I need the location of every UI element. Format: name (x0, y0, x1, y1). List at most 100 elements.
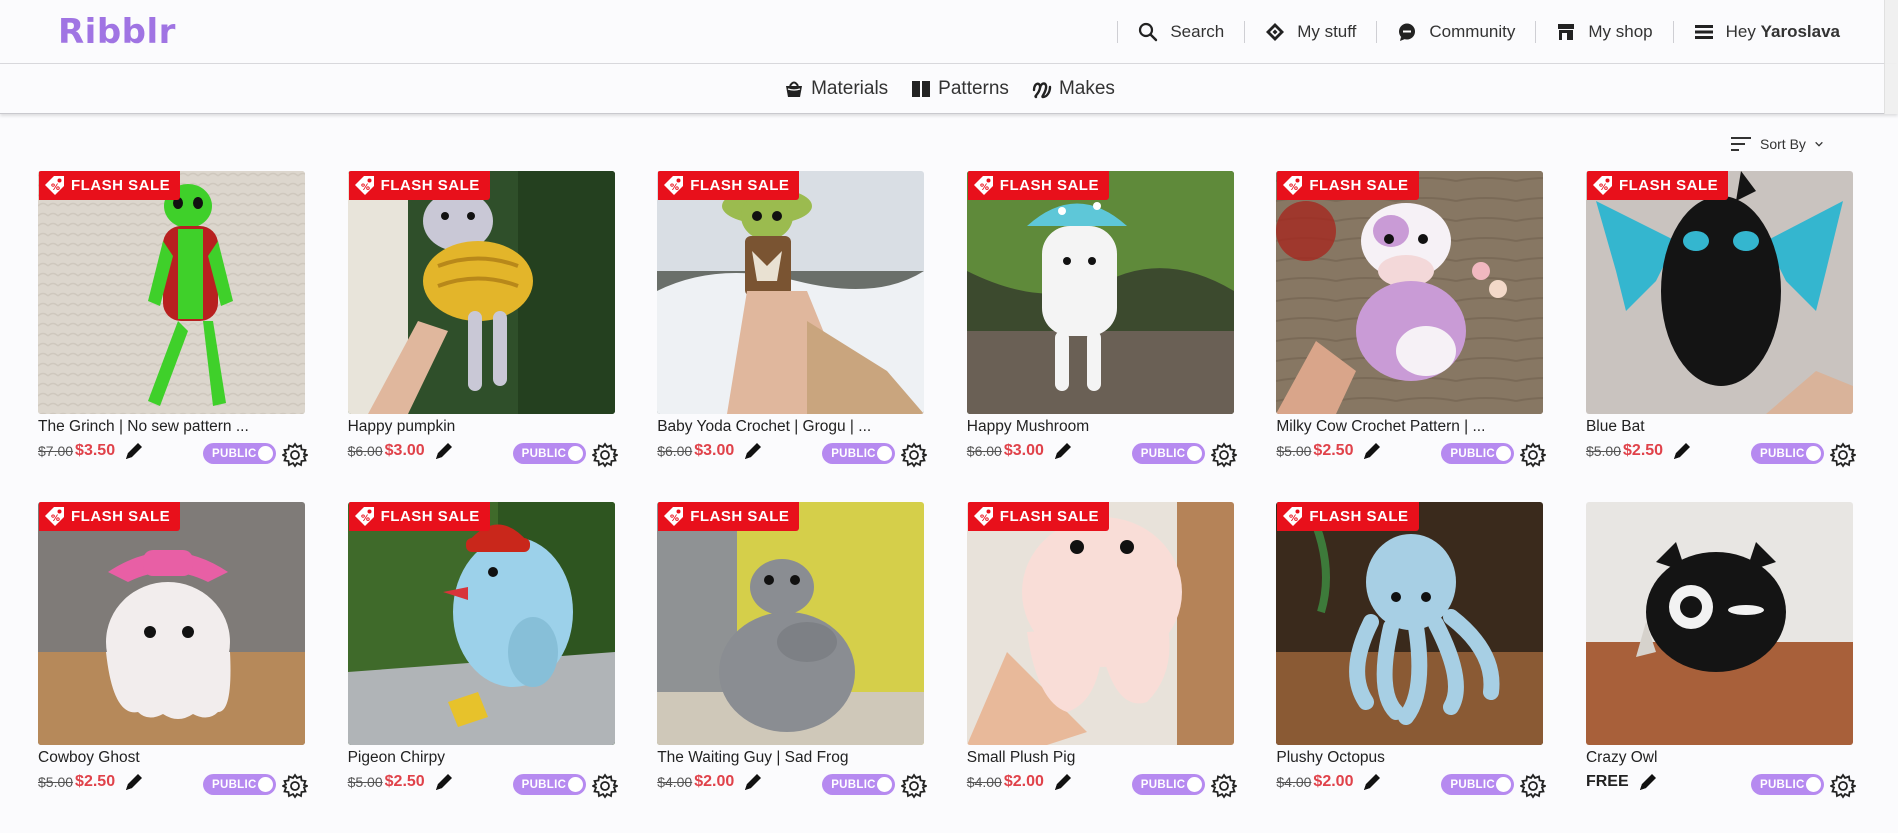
public-toggle[interactable]: PUBLIC (1441, 774, 1515, 795)
product-image[interactable]: % FLASH SALE (1276, 502, 1544, 745)
product-image[interactable]: % FLASH SALE (966, 502, 1234, 745)
scrollbar[interactable] (1884, 64, 1898, 114)
edit-pencil-icon[interactable] (123, 771, 145, 793)
edit-pencil-icon[interactable] (433, 771, 455, 793)
product-card[interactable]: % FLASH SALE Blue Bat $5.00 $2.50 PUBLIC (1585, 171, 1856, 502)
price-row: $7.00 $3.50 (38, 440, 145, 462)
product-image[interactable]: % FLASH SALE (966, 171, 1234, 414)
product-card[interactable]: % FLASH SALE Pigeon Chirpy $5.00 $2.50 PUB… (347, 502, 618, 833)
public-toggle[interactable]: PUBLIC (1750, 774, 1824, 795)
public-toggle[interactable]: PUBLIC (822, 774, 896, 795)
public-toggle[interactable]: PUBLIC (203, 443, 276, 464)
user-greeting: Hey Yaroslava (1725, 22, 1840, 41)
edit-pencil-icon[interactable] (123, 440, 145, 462)
user-menu[interactable]: Hey Yaroslava (1694, 22, 1840, 42)
nav-my-stuff[interactable]: My stuff (1265, 22, 1356, 42)
category-patterns[interactable]: Patterns (910, 78, 1009, 100)
toggle-knob (567, 446, 583, 461)
settings-gear-icon[interactable] (1829, 773, 1856, 799)
nav-my-shop[interactable]: My shop (1556, 22, 1653, 42)
settings-gear-icon[interactable] (901, 773, 928, 799)
product-image[interactable]: % FLASH SALE (657, 171, 925, 414)
yarn-stitch-icon (1032, 81, 1052, 98)
edit-pencil-icon[interactable] (1361, 771, 1383, 793)
product-photo (657, 171, 925, 414)
settings-gear-icon[interactable] (591, 773, 618, 799)
public-toggle[interactable]: PUBLIC (1441, 443, 1515, 464)
product-image[interactable] (1585, 502, 1853, 745)
edit-pencil-icon[interactable] (1052, 440, 1074, 462)
sort-by-label: Sort By (1760, 136, 1806, 152)
svg-text:%: % (980, 183, 990, 193)
public-toggle-label: PUBLIC (1140, 778, 1186, 791)
product-image[interactable]: % FLASH SALE (657, 502, 925, 745)
product-image[interactable]: % FLASH SALE (347, 171, 615, 414)
public-toggle[interactable]: PUBLIC (203, 774, 276, 795)
public-toggle[interactable]: PUBLIC (1750, 443, 1824, 464)
edit-pencil-icon[interactable] (742, 771, 764, 793)
flash-sale-badge: % FLASH SALE (348, 502, 490, 531)
product-title[interactable]: Pigeon Chirpy (348, 749, 615, 767)
product-card[interactable]: % FLASH SALE The Waiting Guy | Sad Frog $… (657, 502, 928, 833)
product-image[interactable]: % FLASH SALE (38, 502, 305, 745)
public-toggle[interactable]: PUBLIC (822, 443, 896, 464)
product-image[interactable]: % FLASH SALE (347, 502, 615, 745)
product-title[interactable]: The Waiting Guy | Sad Frog (657, 749, 924, 767)
product-title[interactable]: Blue Bat (1586, 418, 1853, 436)
edit-pencil-icon[interactable] (742, 440, 764, 462)
product-card[interactable]: % FLASH SALE Happy Mushroom $6.00 $3.00 PU… (966, 171, 1237, 502)
product-image[interactable]: % FLASH SALE (1276, 171, 1544, 414)
public-toggle-label: PUBLIC (1450, 778, 1495, 791)
product-title[interactable]: Happy pumpkin (348, 418, 615, 436)
settings-gear-icon[interactable] (591, 442, 618, 468)
product-card[interactable]: % FLASH SALE Happy pumpkin $6.00 $3.00 PUB… (347, 171, 618, 502)
product-card[interactable]: % FLASH SALE Plushy Octopus $4.00 $2.00 PU… (1276, 502, 1547, 833)
product-card[interactable]: % FLASH SALE Cowboy Ghost $5.00 $2.50 PUBL… (38, 502, 308, 833)
product-title[interactable]: Crazy Owl (1586, 749, 1853, 767)
nav-community[interactable]: Community (1397, 22, 1515, 42)
product-title[interactable]: The Grinch | No sew pattern ... (38, 418, 305, 436)
category-materials[interactable]: Materials (783, 78, 888, 100)
product-title[interactable]: Small Plush Pig (967, 749, 1234, 767)
category-patterns-label: Patterns (938, 77, 1009, 99)
settings-gear-icon[interactable] (1210, 442, 1237, 468)
category-makes[interactable]: Makes (1031, 78, 1115, 100)
settings-gear-icon[interactable] (1210, 773, 1237, 799)
product-title[interactable]: Happy Mushroom (967, 418, 1234, 436)
sort-by-dropdown[interactable]: Sort By (1730, 135, 1824, 153)
public-toggle[interactable]: PUBLIC (1131, 443, 1205, 464)
product-card[interactable]: % FLASH SALE Small Plush Pig $4.00 $2.00 P… (966, 502, 1237, 833)
product-card[interactable]: % FLASH SALE The Grinch | No sew pattern … (38, 171, 308, 502)
edit-pencil-icon[interactable] (1052, 771, 1074, 793)
settings-gear-icon[interactable] (901, 442, 928, 468)
product-photo (966, 171, 1234, 414)
settings-gear-icon[interactable] (1520, 773, 1547, 799)
ribblr-logo[interactable]: Ribblr (58, 12, 176, 52)
public-toggle[interactable]: PUBLIC (1131, 774, 1205, 795)
category-nav: Materials Patterns Makes (0, 64, 1898, 114)
product-title[interactable]: Milky Cow Crochet Pattern | ... (1276, 418, 1543, 436)
scrollbar[interactable] (1884, 0, 1898, 64)
settings-gear-icon[interactable] (282, 773, 308, 799)
product-title[interactable]: Baby Yoda Crochet | Grogu | ... (657, 418, 924, 436)
settings-gear-icon[interactable] (1520, 442, 1547, 468)
edit-pencil-icon[interactable] (1637, 771, 1659, 793)
product-title[interactable]: Cowboy Ghost (38, 749, 305, 767)
nav-search[interactable]: Search (1138, 22, 1224, 42)
edit-pencil-icon[interactable] (433, 440, 455, 462)
edit-pencil-icon[interactable] (1671, 440, 1693, 462)
product-card[interactable]: % FLASH SALE Milky Cow Crochet Pattern | … (1276, 171, 1547, 502)
product-title[interactable]: Plushy Octopus (1276, 749, 1543, 767)
price-tag-icon: % (45, 506, 64, 526)
edit-pencil-icon[interactable] (1361, 440, 1383, 462)
flash-sale-label: FLASH SALE (71, 508, 171, 525)
product-image[interactable]: % FLASH SALE (1585, 171, 1853, 414)
product-card[interactable]: Crazy Owl FREE PUBLIC (1585, 502, 1856, 833)
product-card[interactable]: % FLASH SALE Baby Yoda Crochet | Grogu | … (657, 171, 928, 502)
product-image[interactable]: % FLASH SALE (38, 171, 305, 414)
settings-gear-icon[interactable] (282, 442, 308, 468)
public-toggle[interactable]: PUBLIC (512, 774, 586, 795)
public-toggle[interactable]: PUBLIC (512, 443, 586, 464)
settings-gear-icon[interactable] (1829, 442, 1856, 468)
price-row: $5.00 $2.50 (348, 771, 455, 793)
